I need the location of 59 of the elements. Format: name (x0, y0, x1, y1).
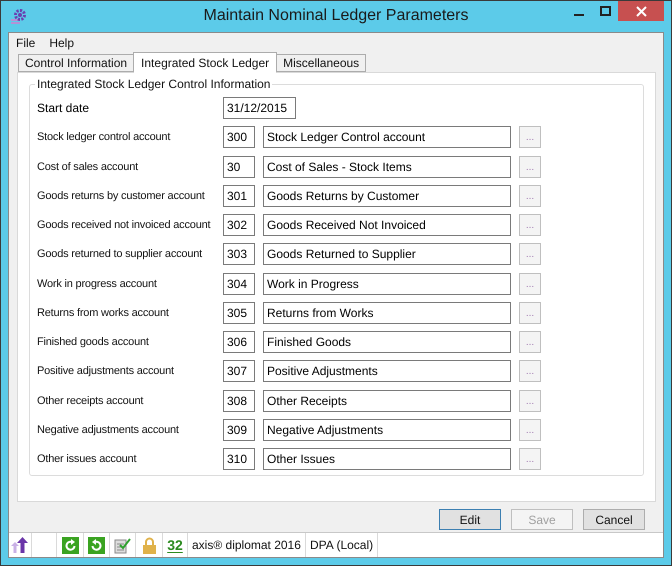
code-field[interactable]: 300 (223, 126, 255, 148)
close-button[interactable] (618, 1, 664, 21)
name-field[interactable]: Finished Goods (263, 331, 511, 353)
code-field[interactable]: 309 (223, 418, 255, 441)
menu-item[interactable]: File (16, 36, 36, 53)
menu-item[interactable]: Help (49, 36, 74, 53)
count-link[interactable]: 32 (163, 533, 188, 557)
name-field[interactable]: Goods Returned to Supplier (263, 243, 511, 266)
name-field[interactable]: Negative Adjustments (263, 418, 511, 441)
code-field[interactable]: 305 (223, 302, 255, 324)
action-button[interactable]: Edit (439, 509, 501, 530)
name-field[interactable]: Positive Adjustments (263, 360, 511, 382)
checklist-icon[interactable] (114, 536, 131, 554)
code-field[interactable]: 303 (223, 243, 255, 266)
code-field[interactable]: 308 (223, 390, 255, 412)
field-label: Start date (37, 101, 90, 115)
code-field[interactable]: 304 (223, 272, 255, 294)
name-field[interactable]: Other Receipts (263, 390, 511, 412)
date-field[interactable]: 31/12/2015 (223, 97, 296, 119)
field-label: Stock ledger control account (37, 131, 172, 144)
name-field[interactable]: Goods Returns by Customer (263, 184, 511, 207)
field-label: Goods received not invoiced account (37, 219, 212, 231)
action-button[interactable]: Cancel (583, 509, 645, 530)
name-field[interactable]: Returns from Works (263, 302, 511, 324)
maximize-icon (600, 6, 610, 16)
name-field[interactable]: Other Issues (263, 448, 511, 470)
group-title: Integrated Stock Ledger Control Information (35, 77, 272, 91)
name-field[interactable]: Stock Ledger Control account (263, 126, 511, 148)
code-field[interactable]: 301 (223, 184, 255, 207)
field-label: Other issues account (37, 453, 138, 465)
refresh-icon[interactable] (62, 536, 78, 554)
up-arrows-icon[interactable] (11, 537, 29, 553)
undo-icon[interactable] (88, 536, 105, 554)
field-label: Cost of sales account (37, 160, 140, 172)
app-gear-icon (10, 8, 28, 26)
name-field[interactable]: Goods Received Not Invoiced (263, 214, 511, 236)
code-field[interactable]: 310 (223, 448, 255, 470)
code-field[interactable]: 30 (223, 156, 255, 178)
tab[interactable]: Miscellaneous (276, 54, 366, 72)
field-label: Goods returns by customer account (37, 190, 206, 202)
tab[interactable]: Control Information (18, 54, 134, 72)
field-label: Positive adjustments account (37, 365, 175, 378)
field-label: Negative adjustments account (37, 424, 180, 436)
code-field[interactable]: 302 (223, 214, 255, 236)
window-title: Maintain Nominal Ledger Parameters (202, 7, 470, 25)
field-label: Work in progress account (37, 278, 158, 290)
field-label: Finished goods account (37, 336, 150, 348)
field-label: Returns from works account (37, 306, 170, 319)
product-name: axis® diplomat 2016 (188, 533, 306, 557)
code-field[interactable]: 307 (223, 360, 255, 382)
field-label: Goods returned to supplier account (37, 248, 204, 260)
minimize-icon (574, 14, 584, 16)
close-icon (636, 6, 646, 16)
tab[interactable]: Integrated Stock Ledger (133, 52, 278, 73)
field-label: Other receipts account (37, 394, 144, 406)
name-field[interactable]: Cost of Sales - Stock Items (263, 156, 511, 178)
name-field[interactable]: Work in Progress (263, 272, 511, 294)
code-field[interactable]: 306 (223, 331, 255, 353)
database-name: DPA (Local) (306, 533, 378, 557)
